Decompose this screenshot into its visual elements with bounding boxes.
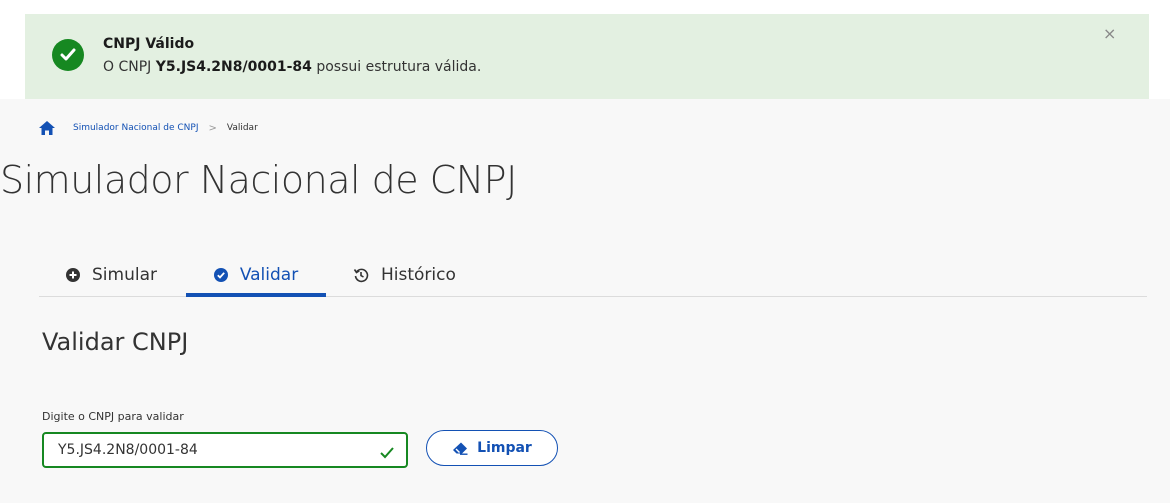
alert-cnpj: Y5.JS4.2N8/0001-84: [155, 59, 312, 75]
check-circle-icon: [213, 267, 228, 282]
cnpj-input[interactable]: [44, 434, 378, 466]
tab-simular[interactable]: Simular: [66, 254, 157, 295]
tab-bar: Simular Validar Histórico: [39, 254, 1147, 297]
tab-label: Simular: [92, 264, 157, 285]
clear-button[interactable]: Limpar: [426, 430, 558, 466]
breadcrumb-link-simulador[interactable]: Simulador Nacional de CNPJ: [73, 123, 198, 133]
tab-label: Histórico: [381, 264, 456, 285]
tab-historico[interactable]: Histórico: [353, 254, 456, 295]
main-content: Simular Validar Histórico Validar CNPJ D…: [0, 232, 1170, 503]
breadcrumb-current: Validar: [226, 123, 258, 133]
page-title: Simulador Nacional de CNPJ: [0, 158, 517, 202]
alert-message: O CNPJ Y5.JS4.2N8/0001-84 possui estrutu…: [103, 59, 481, 75]
cnpj-input-wrapper: [42, 432, 408, 468]
history-icon: [353, 267, 369, 283]
breadcrumb: Simulador Nacional de CNPJ > Validar: [39, 120, 258, 136]
clear-button-label: Limpar: [477, 440, 532, 456]
home-icon[interactable]: [39, 121, 55, 135]
success-alert: CNPJ Válido O CNPJ Y5.JS4.2N8/0001-84 po…: [25, 14, 1149, 99]
breadcrumb-separator: >: [208, 122, 217, 134]
cnpj-field-label: Digite o CNPJ para validar: [42, 410, 184, 423]
tab-label: Validar: [239, 264, 299, 285]
check-icon: [380, 444, 394, 463]
eraser-icon: [452, 442, 468, 455]
alert-message-suffix: possui estrutura válida.: [311, 59, 482, 75]
tab-validar[interactable]: Validar: [186, 254, 326, 297]
alert-title: CNPJ Válido: [103, 36, 195, 52]
close-icon[interactable]: ×: [1103, 24, 1116, 43]
plus-circle-icon: [66, 267, 80, 282]
section-title: Validar CNPJ: [42, 328, 189, 356]
alert-message-prefix: O CNPJ: [103, 59, 156, 75]
check-circle-icon: [52, 39, 84, 71]
